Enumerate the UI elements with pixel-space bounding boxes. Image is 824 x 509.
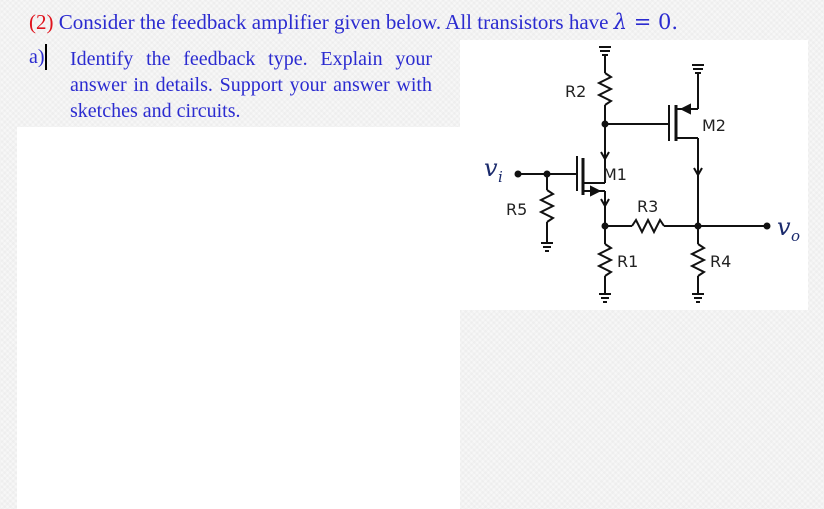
circuit-diagram: R2 M2 M1 R5 R3 R1 R4 v i v o (484, 46, 800, 303)
resistor-r5 (538, 189, 556, 223)
transistor-m2 (668, 72, 703, 225)
resistor-r1 (596, 243, 614, 277)
ground-m2-top (692, 64, 704, 74)
output-label-sub: o (791, 227, 800, 245)
resistor-r2 (596, 72, 614, 106)
label-r5: R5 (506, 200, 527, 219)
ground-r1 (599, 293, 611, 303)
output-label-v: v (777, 213, 791, 241)
input-label-sub: i (498, 168, 503, 186)
label-m1: M1 (603, 165, 627, 184)
resistor-r4 (689, 243, 707, 277)
resistor-r3 (631, 217, 665, 235)
ground-r2-top (599, 46, 611, 73)
label-m2: M2 (702, 116, 726, 135)
label-r3: R3 (637, 197, 658, 216)
label-r4: R4 (710, 252, 731, 271)
ground-r4 (692, 293, 704, 303)
label-r1: R1 (617, 252, 638, 271)
ground-r5 (541, 242, 553, 252)
label-r2: R2 (565, 82, 586, 101)
input-label-v: v (484, 154, 498, 182)
